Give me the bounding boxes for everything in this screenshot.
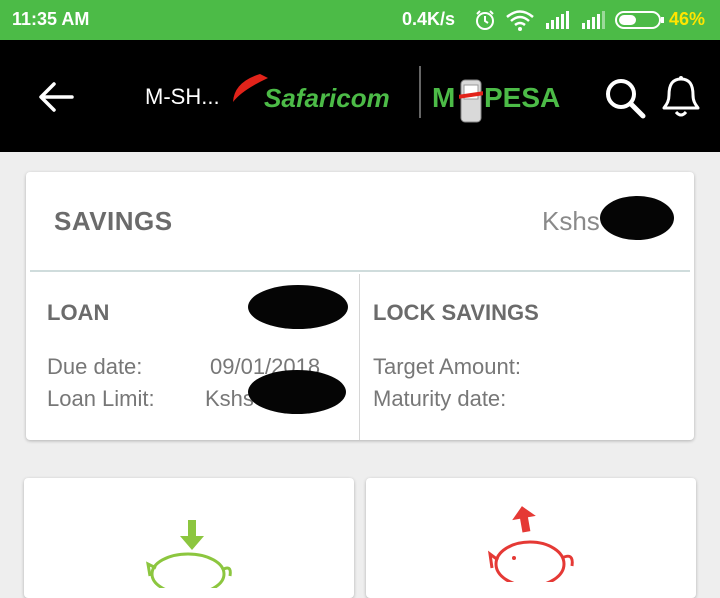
savings-label: SAVINGS [54, 206, 173, 236]
loan-limit-currency: Kshs [205, 386, 254, 411]
savings-currency: Kshs [542, 206, 600, 236]
loan-amount-redacted [248, 285, 348, 329]
alarm-icon [476, 10, 494, 30]
battery-icon [615, 11, 664, 29]
status-bar: 11:35 AM 0.4K/s 46% [0, 0, 720, 40]
withdraw-tile[interactable] [366, 478, 696, 598]
bell-icon[interactable] [659, 74, 703, 120]
card-divider [30, 270, 690, 272]
savings-amount-redacted [600, 196, 674, 240]
signal-icon [582, 11, 605, 29]
mpesa-phone-icon [459, 79, 483, 123]
wifi-icon [506, 10, 534, 31]
target-amount-label: Target Amount: [373, 354, 521, 379]
piggy-bank-withdraw-icon [488, 506, 574, 582]
search-icon[interactable] [603, 76, 647, 120]
page-title: M-SH... [145, 84, 220, 109]
due-date-label: Due date: [47, 354, 143, 379]
card-column-divider [359, 274, 360, 440]
maturity-date-label: Maturity date: [373, 386, 507, 411]
lock-savings-label: LOCK SAVINGS [373, 300, 539, 325]
savings-summary-card: SAVINGS Kshs LOAN Due date: 09/01/2018 L… [26, 172, 694, 440]
loan-limit-redacted [248, 370, 346, 414]
safaricom-logo-text: Safaricom [264, 83, 390, 113]
mpesa-logo-text: PESA [484, 82, 561, 113]
signal-icon [546, 11, 569, 29]
piggy-bank-deposit-icon [146, 520, 232, 588]
app-bar: M-SH... Safaricom M PESA [0, 40, 720, 152]
logo-divider [419, 66, 421, 118]
network-speed: 0.4K/s [402, 9, 456, 29]
battery-percent: 46% [669, 9, 706, 29]
loan-label: LOAN [47, 300, 110, 325]
status-time: 11:35 AM [12, 9, 90, 29]
mpesa-logo-m: M [432, 82, 456, 113]
loan-limit-label: Loan Limit: [47, 386, 155, 411]
back-arrow-icon[interactable] [36, 77, 76, 117]
deposit-tile[interactable] [24, 478, 354, 598]
